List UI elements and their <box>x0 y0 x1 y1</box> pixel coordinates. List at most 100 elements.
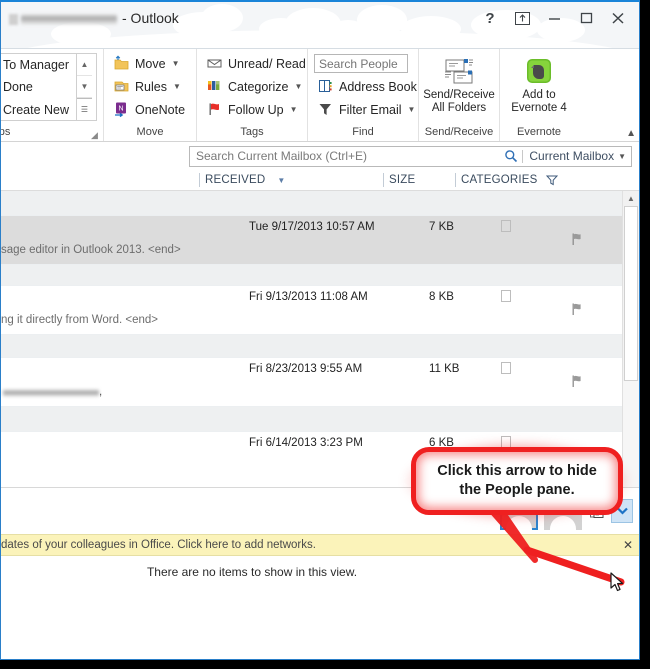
send-receive-icon <box>443 55 475 89</box>
quick-steps-scroll-down[interactable]: ▼ <box>77 76 93 98</box>
table-row[interactable]: Fri 8/23/2013 9:55 AM 11 KB , <box>1 358 622 407</box>
column-header-received[interactable]: RECEIVED ▼ <box>199 170 383 190</box>
table-row[interactable]: Tue 9/17/2013 10:57 AM 7 KB sage editor … <box>1 216 622 265</box>
chevron-down-icon: ▼ <box>172 82 181 91</box>
address-book-icon <box>317 78 334 95</box>
column-header-size-label: SIZE <box>389 174 416 186</box>
quick-step-label: Create New <box>3 102 69 117</box>
close-button[interactable] <box>603 7 633 29</box>
ribbon-group-move: Move ▼ Rules ▼ N OneNote Move <box>104 49 197 141</box>
list-row-spacer <box>1 335 622 358</box>
quick-step-done[interactable]: Done <box>1 77 72 97</box>
quick-step-create-new[interactable]: Create New <box>1 100 72 120</box>
callout-balloon: Click this arrow to hide the People pane… <box>404 440 630 522</box>
ribbon-group-label-tags: Tags <box>240 126 264 138</box>
send-receive-label-line2: All Folders <box>431 102 487 114</box>
table-row[interactable]: Fri 9/13/2013 11:08 AM 8 KB ng it direct… <box>1 286 622 335</box>
ribbon-group-find: Address Book Filter Email ▼ <box>308 49 419 141</box>
window-title: - Outlook <box>9 10 179 26</box>
follow-up-label: Follow Up <box>228 102 284 117</box>
ribbon-group-label-find: Find <box>352 126 374 138</box>
title-bar: - Outlook ? <box>1 2 639 48</box>
message-category-box[interactable] <box>501 220 511 232</box>
callout-line-1: Click this arrow to hide <box>437 463 597 479</box>
quick-steps-dialog-launcher[interactable]: ◢ <box>90 131 99 140</box>
evernote-elephant-icon <box>524 55 554 89</box>
list-row-spacer <box>1 265 622 286</box>
quick-step-to-manager[interactable]: To Manager <box>1 55 72 75</box>
send-receive-all-folders-button[interactable]: Send/Receive All Folders <box>423 53 495 115</box>
filter-email-button[interactable]: Filter Email ▼ <box>314 99 420 120</box>
unread-read-button[interactable]: Unread/ Read <box>203 53 309 74</box>
search-people-input[interactable] <box>314 54 408 73</box>
address-book-button[interactable]: Address Book <box>314 76 420 97</box>
quick-steps-more[interactable]: ☰ <box>77 98 93 120</box>
ribbon-group-label-quick-steps: teps ◢ <box>1 126 99 140</box>
send-receive-label-line1: Send/Receive <box>423 89 495 101</box>
help-button[interactable]: ? <box>475 7 505 29</box>
column-headers: RECEIVED ▼ SIZE CATEGORIES <box>1 170 639 191</box>
follow-up-button[interactable]: Follow Up ▼ <box>203 99 309 120</box>
search-icon[interactable] <box>500 149 522 163</box>
message-preview-redacted <box>3 389 99 397</box>
move-button[interactable]: Move ▼ <box>110 53 188 74</box>
minimize-button[interactable] <box>539 7 569 29</box>
evernote-label-line1: Add to <box>522 89 556 101</box>
window-title-redacted-text <box>21 13 117 25</box>
column-header-filter[interactable] <box>545 170 567 190</box>
sort-descending-icon: ▼ <box>277 175 286 185</box>
search-people-row <box>314 53 420 74</box>
quick-steps-scrollbar[interactable]: ▲ ▼ ☰ <box>76 54 93 120</box>
search-input-placeholder[interactable]: Search Current Mailbox (Ctrl+E) <box>190 149 500 163</box>
chevron-down-icon: ▼ <box>171 59 180 68</box>
ribbon-group-label-send-receive: Send/Receive <box>424 126 494 138</box>
message-received: Tue 9/17/2013 10:57 AM <box>249 221 375 233</box>
list-top-spacer <box>1 191 622 216</box>
message-category-box[interactable] <box>501 362 511 374</box>
ribbon-group-quick-steps: To Manager Done Create New ▲ ▼ ☰ s ◢ <box>1 49 104 141</box>
onenote-button[interactable]: N OneNote <box>110 99 188 120</box>
mouse-cursor <box>610 572 624 592</box>
chevron-down-icon[interactable]: ▼ <box>618 152 631 161</box>
unread-read-label: Unread/ Read <box>228 56 306 71</box>
ribbon-group-label-evernote: Evernote <box>516 126 562 138</box>
rules-icon <box>113 78 130 95</box>
search-scope-label[interactable]: Current Mailbox <box>523 149 618 163</box>
ribbon-group-send-receive: Send/Receive All Folders Send/Receive <box>419 49 500 141</box>
svg-text:N: N <box>118 106 123 113</box>
message-received: Fri 8/23/2013 9:55 AM <box>249 363 363 375</box>
callout-text: Click this arrow to hide the People pane… <box>429 462 605 500</box>
ribbon-group-tags: Unread/ Read Categorize ▼ Follow Up ▼ Ta… <box>197 49 308 141</box>
quick-steps-gallery[interactable]: To Manager Done Create New ▲ ▼ ☰ <box>1 53 97 121</box>
rules-button[interactable]: Rules ▼ <box>110 76 188 97</box>
ribbon-group-evernote: Add to Evernote 4 Evernote <box>500 49 578 141</box>
add-to-evernote-button[interactable]: Add to Evernote 4 <box>506 53 572 115</box>
message-preview: sage editor in Outlook 2013. <end> <box>1 244 181 256</box>
empty-view-text: There are no items to show in this view. <box>146 565 358 579</box>
quick-steps-scroll-up[interactable]: ▲ <box>77 54 93 76</box>
ribbon-group-label-move: Move <box>136 126 164 138</box>
message-category-box[interactable] <box>501 290 511 302</box>
collapse-ribbon-button[interactable]: ▲ <box>626 128 636 139</box>
categorize-icon <box>206 78 223 95</box>
categorize-button[interactable]: Categorize ▼ <box>203 76 309 97</box>
message-preview: , <box>99 386 103 398</box>
message-preview: ng it directly from Word. <end> <box>1 314 159 326</box>
scrollbar-thumb[interactable] <box>624 206 638 381</box>
filter-icon <box>546 175 558 186</box>
list-row-spacer <box>1 407 622 432</box>
column-header-categories[interactable]: CATEGORIES <box>455 170 545 190</box>
column-header-categories-label: CATEGORIES <box>461 174 538 186</box>
restore-button[interactable] <box>571 7 601 29</box>
chevron-down-icon: ▼ <box>294 82 303 91</box>
message-size: 11 KB <box>429 363 460 375</box>
column-header-icons <box>1 170 199 190</box>
ribbon-display-options-button[interactable] <box>507 7 537 29</box>
rules-label: Rules <box>135 79 167 94</box>
quick-step-label: Done <box>3 80 33 95</box>
scroll-up-arrow[interactable]: ▲ <box>623 191 639 206</box>
column-header-size[interactable]: SIZE <box>383 170 455 190</box>
move-label: Move <box>135 56 166 71</box>
search-box[interactable]: Search Current Mailbox (Ctrl+E) Current … <box>189 145 632 167</box>
funnel-icon <box>317 101 334 118</box>
